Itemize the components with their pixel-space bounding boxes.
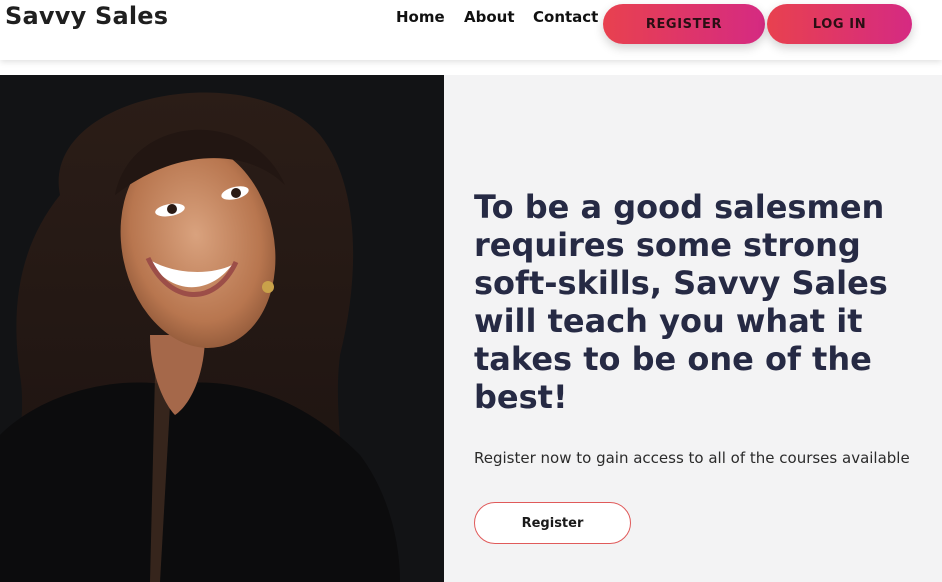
header-login-button[interactable]: LOG IN	[767, 4, 912, 44]
hero-register-button[interactable]: Register	[474, 502, 631, 544]
hero-photo-smiling-woman	[0, 75, 444, 582]
header-register-button[interactable]: REGISTER	[603, 4, 765, 44]
top-navigation-bar: Savvy Sales Home About Contact REGISTER …	[0, 0, 942, 60]
nav-link-about[interactable]: About	[464, 8, 515, 26]
hero-section: To be a good salesmen requires some stro…	[0, 75, 942, 582]
hero-subtext: Register now to gain access to all of th…	[474, 449, 910, 467]
nav-link-home[interactable]: Home	[396, 8, 445, 26]
brand-logo-text[interactable]: Savvy Sales	[5, 2, 168, 30]
nav-link-contact[interactable]: Contact	[533, 8, 598, 26]
portrait-illustration	[0, 75, 444, 582]
hero-headline: To be a good salesmen requires some stro…	[474, 188, 888, 416]
